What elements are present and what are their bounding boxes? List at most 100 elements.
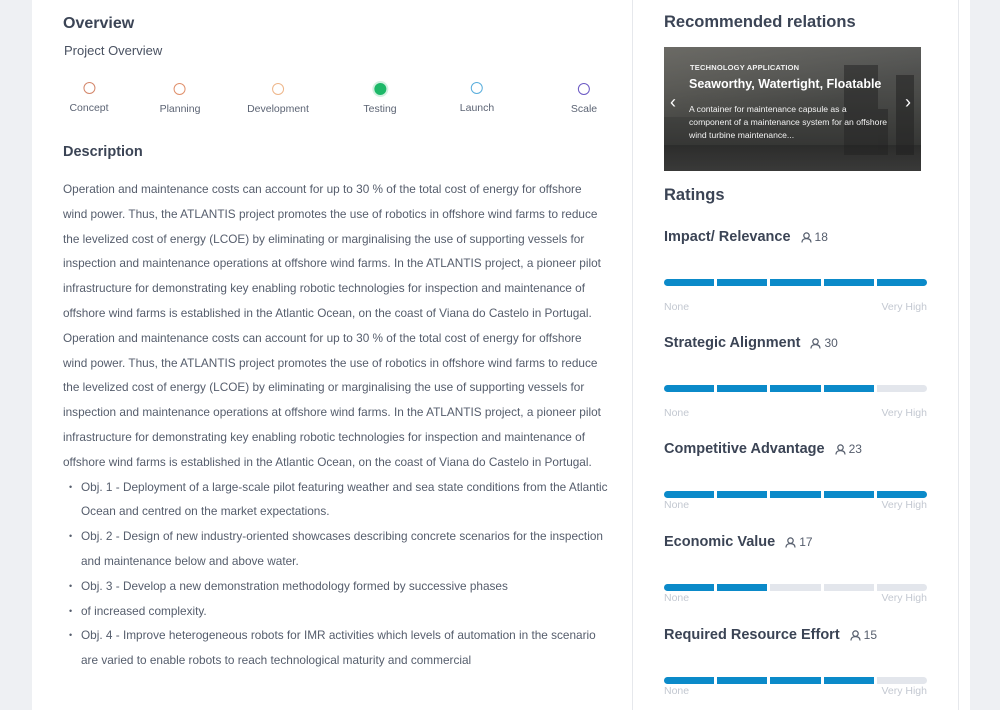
scale-low-label: None xyxy=(664,499,690,511)
rating-count: 15 xyxy=(850,628,877,642)
stage-dot-icon xyxy=(82,82,95,94)
rating-segment-filled xyxy=(717,677,768,684)
description-body: Operation and maintenance costs can acco… xyxy=(63,177,608,673)
rating-segment-filled xyxy=(664,491,715,498)
rating-scale: None Very High xyxy=(664,499,927,511)
rating-competitive-advantage: Competitive Advantage 23 None Very High xyxy=(664,441,928,511)
rating-segment-filled xyxy=(717,385,768,392)
stage-dot-icon xyxy=(174,83,186,95)
rating-segment-filled xyxy=(770,279,821,286)
description-title: Description xyxy=(63,144,143,160)
stage-label: Launch xyxy=(459,102,495,114)
rating-segment-filled xyxy=(664,677,715,684)
overview-title: Overview xyxy=(63,15,135,32)
rating-bar xyxy=(664,584,928,591)
scale-high-label: Very High xyxy=(881,499,927,511)
recommended-relations-title: Recommended relations xyxy=(664,13,856,31)
rating-scale: None Very High xyxy=(664,301,927,313)
scale-low-label: None xyxy=(664,685,690,697)
rating-segment-empty xyxy=(770,584,821,591)
chevron-left-icon[interactable]: ‹ xyxy=(670,93,676,111)
rating-bar xyxy=(664,385,928,392)
rating-segment-filled xyxy=(876,491,928,498)
stage-dot-icon xyxy=(470,82,483,94)
scale-low-label: None xyxy=(664,301,690,313)
objective-item: Obj. 3 - Develop a new demonstration met… xyxy=(63,574,608,599)
rating-segment-filled xyxy=(717,584,768,591)
scrollbar-track[interactable] xyxy=(958,0,970,710)
project-overview-subtitle: Project Overview xyxy=(64,43,163,58)
scale-high-label: Very High xyxy=(881,592,927,604)
rating-count: 18 xyxy=(800,230,828,244)
stage-scale[interactable]: Scale xyxy=(571,83,597,115)
rating-segment-empty xyxy=(876,584,928,591)
sidebar-column: Recommended relations TECHNOLOGY APPLICA… xyxy=(633,0,958,710)
rating-segment-empty xyxy=(876,385,928,392)
rating-scale: None Very High xyxy=(664,407,927,419)
chevron-right-icon[interactable]: › xyxy=(905,93,911,111)
project-page: Overview Project Overview Concept Planni… xyxy=(32,0,958,710)
rating-scale: None Very High xyxy=(664,592,927,604)
stage-testing[interactable]: Testing xyxy=(363,83,397,115)
user-icon xyxy=(835,444,846,455)
rating-label: Impact/ Relevance xyxy=(664,229,791,245)
rating-count-value: 18 xyxy=(814,230,828,244)
card-kicker: TECHNOLOGY APPLICATION xyxy=(690,63,800,72)
description-paragraph: Operation and maintenance costs can acco… xyxy=(63,182,601,320)
card-text: A container for maintenance capsule as a… xyxy=(689,104,888,140)
stage-label: Scale xyxy=(570,103,598,115)
rating-segment-filled xyxy=(664,385,715,392)
scale-high-label: Very High xyxy=(881,685,927,697)
rating-segment-filled xyxy=(823,279,874,286)
rating-impact-relevance: Impact/ Relevance 18 None Very High xyxy=(664,229,928,313)
rating-required-resource-effort: Required Resource Effort 15 None Very High xyxy=(664,627,928,697)
stage-label: Planning xyxy=(159,103,201,115)
rating-count: 30 xyxy=(810,336,838,350)
objective-item: Obj. 2 - Design of new industry-oriented… xyxy=(63,524,608,574)
main-column: Overview Project Overview Concept Planni… xyxy=(32,0,632,710)
card-title[interactable]: Seaworthy, Watertight, Floatable xyxy=(689,77,881,91)
stage-launch[interactable]: Launch xyxy=(460,82,494,114)
rating-label: Required Resource Effort xyxy=(664,627,840,643)
scale-high-label: Very High xyxy=(881,407,927,419)
scale-low-label: None xyxy=(664,407,690,419)
user-icon xyxy=(810,338,822,349)
rating-count: 17 xyxy=(785,535,813,549)
stage-concept[interactable]: Concept xyxy=(69,82,109,114)
scale-high-label: Very High xyxy=(881,301,927,313)
rating-scale: None Very High xyxy=(664,685,927,697)
stage-label: Testing xyxy=(363,103,397,115)
rating-count-value: 30 xyxy=(824,336,838,350)
stage-development[interactable]: Development xyxy=(247,83,309,115)
rating-strategic-alignment: Strategic Alignment 30 None Very High xyxy=(664,335,928,419)
stage-dot-icon xyxy=(577,83,590,95)
stage-dot-icon xyxy=(374,83,386,95)
rating-count-value: 15 xyxy=(863,628,878,642)
user-icon xyxy=(785,537,796,548)
objective-item: Obj. 1 - Deployment of a large-scale pil… xyxy=(63,475,608,525)
ratings-title: Ratings xyxy=(664,186,725,204)
rating-segment-filled xyxy=(770,677,821,684)
rating-label: Strategic Alignment xyxy=(664,335,801,351)
user-icon xyxy=(850,630,861,641)
user-icon xyxy=(800,232,812,243)
rating-segment-empty xyxy=(823,584,874,591)
rating-label: Competitive Advantage xyxy=(664,441,825,457)
stage-label: Concept xyxy=(69,102,109,114)
rating-bar xyxy=(664,491,928,498)
stage-dot-icon xyxy=(272,83,284,95)
relations-carousel[interactable]: TECHNOLOGY APPLICATION Seaworthy, Watert… xyxy=(664,47,921,171)
rating-segment-filled xyxy=(876,279,928,286)
rating-segment-filled xyxy=(823,491,874,498)
stage-timeline: Concept Planning Development Testing Lau… xyxy=(63,82,603,122)
rating-count-value: 23 xyxy=(848,442,862,456)
rating-economic-value: Economic Value 17 None Very High xyxy=(664,534,928,604)
rating-segment-filled xyxy=(770,385,821,392)
rating-segment-filled xyxy=(770,491,821,498)
stage-planning[interactable]: Planning xyxy=(159,83,201,115)
rating-bar xyxy=(664,677,928,684)
rating-segment-filled xyxy=(823,385,874,392)
objective-item: Obj. 4 - Improve heterogeneous robots fo… xyxy=(63,623,608,673)
description-paragraph: Operation and maintenance costs can acco… xyxy=(63,330,601,469)
stage-label: Development xyxy=(247,103,309,115)
